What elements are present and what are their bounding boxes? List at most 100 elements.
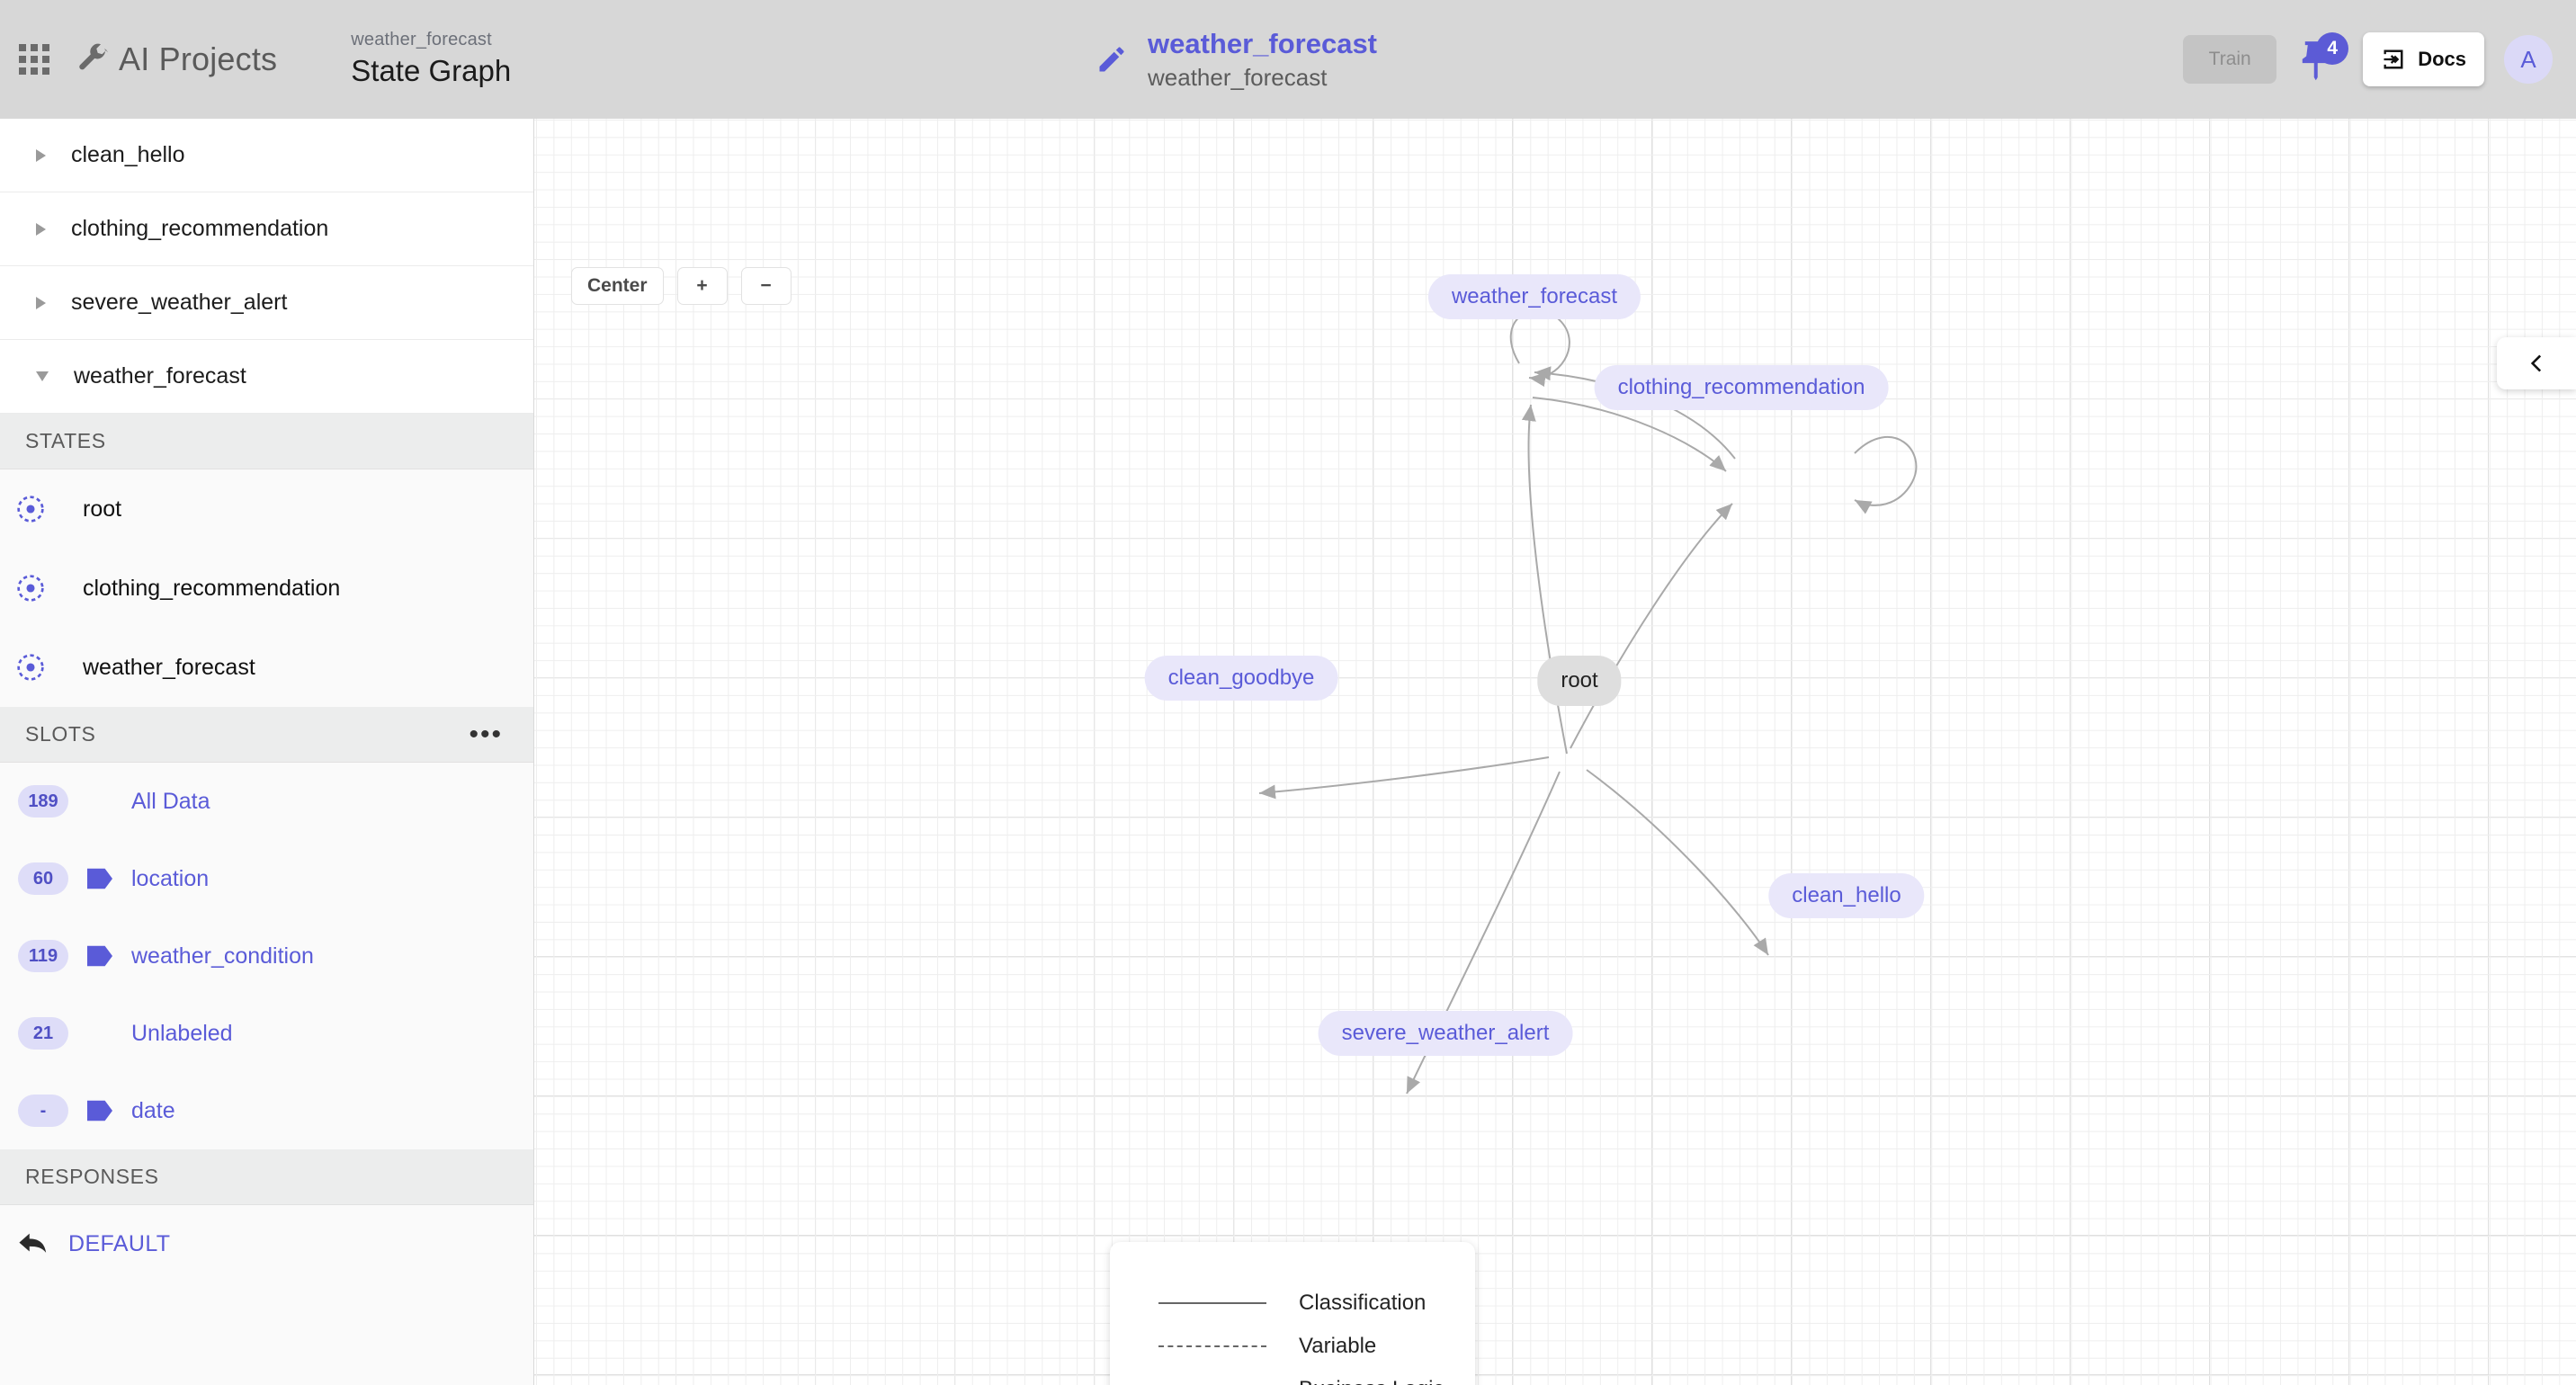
slot-tag-icon: [87, 868, 112, 889]
states-section-title: STATES: [25, 429, 106, 452]
zoom-out-button[interactable]: −: [740, 267, 792, 305]
sidebar-tree-item-label: clothing_recommendation: [71, 216, 329, 241]
sidebar: clean_hello clothing_recommendation severe…: [0, 119, 534, 1385]
chevron-down-icon[interactable]: [36, 371, 49, 381]
train-button[interactable]: Train: [2183, 35, 2277, 84]
header-center: weather_forecast weather_forecast: [1096, 0, 1377, 119]
sidebar-tree-item[interactable]: clothing_recommendation: [0, 192, 533, 266]
state-list-item-label: weather_forecast: [83, 654, 255, 680]
zoom-in-button[interactable]: +: [676, 267, 728, 305]
sidebar-tree-item[interactable]: clean_hello: [0, 119, 533, 192]
legend-line-dashed: [1158, 1345, 1266, 1347]
zoom-controls: Center + −: [571, 267, 792, 305]
more-options-icon[interactable]: •••: [469, 721, 503, 748]
slot-count-badge: 60: [18, 862, 68, 895]
responses-section-header: RESPONSES: [0, 1149, 533, 1205]
state-dot-icon: [17, 496, 44, 523]
graph-canvas[interactable]: Center + − weather_forecast clothing_rec…: [534, 119, 2576, 1385]
slot-count-badge: 119: [18, 940, 68, 972]
docs-label: Docs: [2418, 48, 2466, 70]
state-list-item[interactable]: clothing_recommendation: [0, 549, 533, 628]
state-list-item-label: root: [83, 496, 122, 522]
wrench-icon: [79, 43, 108, 70]
graph-node-clean_hello[interactable]: clean_hello: [1768, 873, 1925, 918]
sidebar-tree-item-label: clean_hello: [71, 142, 185, 167]
center-button[interactable]: Center: [571, 267, 664, 305]
responses-list: DEFAULT: [0, 1205, 533, 1282]
legend-item-label: Business Logic: [1299, 1377, 1444, 1385]
external-link-icon: [2384, 49, 2403, 69]
slot-tag-icon: [87, 945, 112, 967]
grid-apps-icon[interactable]: [16, 41, 52, 77]
header-left: AI Projects weather_forecast State Graph: [0, 30, 511, 89]
slots-section-title: SLOTS: [25, 722, 96, 746]
breadcrumb-parent: weather_forecast: [351, 30, 492, 50]
graph-legend: ClassificationVariableBusiness LogicOut …: [1110, 1242, 1475, 1385]
slot-tag-placeholder: [85, 1021, 115, 1046]
breadcrumb: weather_forecast State Graph: [351, 30, 511, 89]
slot-list-item[interactable]: 189 All Data: [0, 763, 533, 840]
slot-list-item[interactable]: 21 Unlabeled: [0, 995, 533, 1072]
sidebar-tree-item-label: severe_weather_alert: [71, 290, 288, 315]
chevron-right-icon[interactable]: [36, 148, 46, 162]
slot-count-badge: 21: [18, 1017, 68, 1050]
states-list: root clothing_recommendation weather_forec…: [0, 469, 533, 707]
state-list-item-label: clothing_recommendation: [83, 575, 341, 601]
app-body: clean_hello clothing_recommendation severe…: [0, 119, 2576, 1385]
legend-items: ClassificationVariableBusiness LogicOut …: [1158, 1282, 1475, 1385]
header-center-text: weather_forecast weather_forecast: [1148, 27, 1377, 92]
sidebar-tree-item[interactable]: severe_weather_alert: [0, 266, 533, 340]
slot-tag-placeholder: [85, 789, 115, 814]
slot-count-badge: -: [18, 1095, 68, 1127]
legend-item-label: Variable: [1299, 1334, 1377, 1358]
response-list-item[interactable]: DEFAULT: [0, 1205, 533, 1282]
page-title: State Graph: [351, 53, 512, 87]
state-list-item[interactable]: weather_forecast: [0, 628, 533, 707]
chevron-right-icon[interactable]: [36, 296, 46, 309]
graph-node-weather_forecast[interactable]: weather_forecast: [1427, 274, 1641, 319]
pencil-icon[interactable]: [1096, 43, 1128, 76]
docs-button[interactable]: Docs: [2363, 32, 2484, 86]
states-section-header: STATES: [0, 414, 533, 469]
project-subtitle: weather_forecast: [1148, 64, 1328, 91]
slot-list-item-label: date: [131, 1097, 175, 1123]
sidebar-tree-item[interactable]: weather_forecast: [0, 340, 533, 414]
slot-list-item[interactable]: - date: [0, 1072, 533, 1149]
slot-list-item[interactable]: 119 weather_condition: [0, 917, 533, 995]
slot-list-item-label: All Data: [131, 788, 210, 814]
app-root: AI Projects weather_forecast State Graph…: [0, 0, 2576, 1385]
graph-node-root[interactable]: root: [1537, 656, 1622, 706]
state-dot-icon: [17, 654, 44, 681]
slot-count-badge: 189: [18, 785, 68, 818]
notification-pin-icon[interactable]: 4: [2296, 32, 2349, 83]
legend-item: Variable: [1158, 1325, 1475, 1368]
slot-tag-icon: [87, 1100, 112, 1121]
graph-node-clean_goodbye[interactable]: clean_goodbye: [1144, 656, 1338, 701]
header-right: Train 4 Docs A: [2183, 32, 2576, 86]
slot-list-item-label: location: [131, 865, 210, 891]
state-dot-icon: [17, 575, 44, 602]
legend-item: Classification: [1158, 1282, 1475, 1325]
slot-list-item-label: weather_condition: [131, 943, 314, 969]
reply-arrow-icon: [19, 1233, 47, 1253]
graph-node-severe_weather_alert[interactable]: severe_weather_alert: [1318, 1011, 1573, 1056]
slots-section-header: SLOTS •••: [0, 707, 533, 763]
responses-section-title: RESPONSES: [25, 1165, 159, 1188]
avatar[interactable]: A: [2504, 35, 2553, 84]
graph-node-clothing_recommendation[interactable]: clothing_recommendation: [1594, 365, 1889, 410]
slot-list-item-label: Unlabeled: [131, 1020, 233, 1046]
legend-item: Business Logic: [1158, 1368, 1475, 1385]
state-list-item[interactable]: root: [0, 469, 533, 549]
slots-list: 189 All Data 60 location 119 weather_conditio…: [0, 763, 533, 1149]
notification-count-badge: 4: [2316, 32, 2349, 65]
app-header: AI Projects weather_forecast State Graph…: [0, 0, 2576, 119]
response-list-item-label: DEFAULT: [68, 1230, 171, 1256]
sidebar-tree-item-label: weather_forecast: [74, 363, 246, 389]
panel-collapse-button[interactable]: [2497, 337, 2576, 389]
brand[interactable]: AI Projects: [76, 40, 277, 78]
chevron-right-icon[interactable]: [36, 222, 46, 236]
project-title: weather_forecast: [1148, 27, 1378, 59]
legend-line-solid: [1158, 1302, 1266, 1304]
chevron-left-icon: [2530, 354, 2542, 372]
slot-list-item[interactable]: 60 location: [0, 840, 533, 917]
